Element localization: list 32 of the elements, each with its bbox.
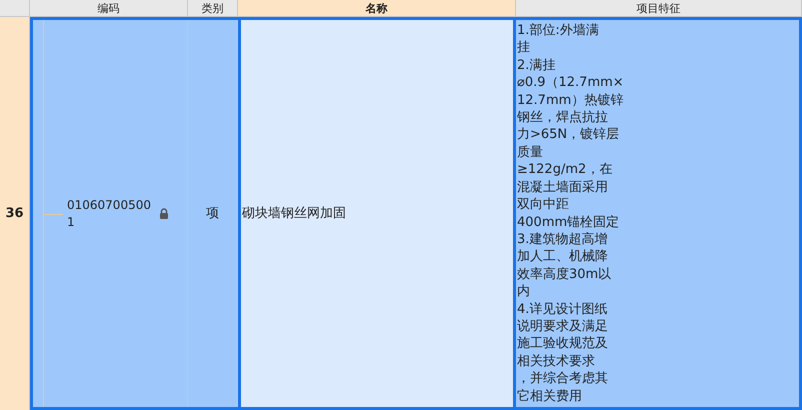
feature-line: 力>65N，镀锌层 xyxy=(517,126,620,144)
column-header[interactable]: 项目特征 xyxy=(516,0,802,16)
feature-line: 4.详见设计图纸 xyxy=(517,300,608,318)
feature-line: 内 xyxy=(517,283,531,301)
feature-line: 施工验收规范及 xyxy=(517,335,609,353)
feature-line: 质量 xyxy=(517,144,544,162)
name-cell[interactable]: 砌块墙钢丝网加固 xyxy=(238,17,516,410)
feature-line: 3.建筑物超高增 xyxy=(517,230,608,248)
column-header[interactable]: 名称 xyxy=(238,0,516,16)
feature-line: 钢丝，焊点抗拉 xyxy=(517,109,609,126)
column-header[interactable]: 类别 xyxy=(188,0,238,16)
feature-line: 相关技术要求 xyxy=(517,352,596,370)
feature-line: 12.7mm）热镀锌 xyxy=(517,92,624,110)
corner-header[interactable] xyxy=(0,0,30,16)
code-cell: 010607005001 xyxy=(67,196,151,230)
feature-line: ⌀0.9（12.7mm× xyxy=(517,74,625,92)
feature-line: 挂 xyxy=(517,39,531,57)
feature-line: 它相关费用 xyxy=(517,388,583,405)
feature-line: 1.部位:外墙满 xyxy=(517,22,600,40)
feature-line: ≥122g/m2，在 xyxy=(517,161,614,179)
column-header[interactable]: 编码 xyxy=(30,0,188,16)
row-number[interactable]: 36 xyxy=(0,17,30,410)
feature-line: 加人工、机械降 xyxy=(517,248,609,266)
feature-line: 400mm锚栓固定 xyxy=(517,214,620,231)
table-row[interactable]: 010607005001 项 砌块墙钢丝网加固 1.部位:外墙满 挂 2.满挂 ⌀0.9（12.7mm× 12.7mm）热镀锌 钢丝，焊点抗拉 力>65N，镀锌层 质量 ≥122g/m2，在 混凝土墙面采用 双向中距 400mm锚栓固定 3.建筑物超高增 加人工、机械降 效率高度30m以 内 4.详见设计图纸 说明要求及满足 施工验收规范及 相关技术要求 ，并综合考虑其 它相关费用 xyxy=(30,17,802,410)
feature-line: 2.满挂 xyxy=(517,56,556,74)
feature-line: 效率高度30m以 xyxy=(517,266,612,284)
feature-line: ，并综合考虑其 xyxy=(517,370,609,388)
feature-line: 双向中距 xyxy=(517,196,570,214)
tree-line-icon xyxy=(43,20,63,407)
feature-line: 说明要求及满足 xyxy=(517,318,609,336)
feature-line: 混凝土墙面采用 xyxy=(517,178,609,196)
